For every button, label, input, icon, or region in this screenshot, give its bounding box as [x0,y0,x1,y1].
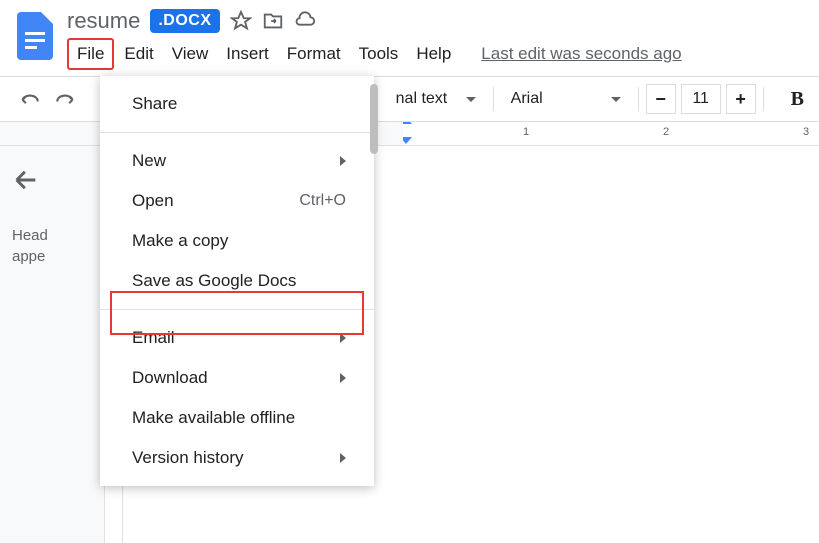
menu-download[interactable]: Download [100,358,374,398]
menu-share[interactable]: Share [100,84,374,124]
font-size-decrease-button[interactable]: − [646,84,676,114]
menu-make-available-offline[interactable]: Make available offline [100,398,374,438]
menu-insert[interactable]: Insert [218,40,277,68]
menu-file[interactable]: File [67,38,114,70]
style-dropdown[interactable]: nal text [396,83,486,115]
style-label: nal text [396,90,448,108]
cloud-status-icon[interactable] [294,10,316,32]
ruler-tick: 2 [663,126,669,138]
menu-scrollbar[interactable] [370,84,378,154]
menu-format[interactable]: Format [279,40,349,68]
submenu-arrow-icon [340,453,346,463]
star-icon[interactable] [230,10,252,32]
move-folder-icon[interactable] [262,10,284,32]
menu-edit[interactable]: Edit [116,40,161,68]
outline-sidebar: Head appe [0,146,105,543]
ruler-tick: 1 [523,126,529,138]
undo-button[interactable] [15,84,45,114]
back-arrow-icon[interactable] [12,166,40,194]
menu-make-copy[interactable]: Make a copy [100,221,374,261]
menu-email[interactable]: Email [100,318,374,358]
menu-open[interactable]: Open Ctrl+O [100,181,374,221]
docx-badge: .DOCX [150,9,219,33]
ruler-tick: 3 [803,126,809,138]
submenu-arrow-icon [340,156,346,166]
font-dropdown[interactable]: Arial [501,83,631,115]
document-title[interactable]: resume [67,8,140,34]
font-size-increase-button[interactable]: + [726,84,756,114]
submenu-arrow-icon [340,373,346,383]
menu-help[interactable]: Help [408,40,459,68]
redo-button[interactable] [50,84,80,114]
menu-tools[interactable]: Tools [351,40,407,68]
chevron-down-icon [611,97,621,102]
menu-version-history[interactable]: Version history [100,438,374,478]
outline-text-line: appe [12,246,92,267]
bold-button[interactable]: B [791,88,804,111]
submenu-arrow-icon [340,333,346,343]
menu-save-as-google-docs[interactable]: Save as Google Docs [100,261,374,301]
font-label: Arial [511,90,543,108]
shortcut-label: Ctrl+O [299,192,346,210]
outline-text-line: Head [12,225,92,246]
font-size-input[interactable]: 11 [681,84,721,114]
last-edit-link[interactable]: Last edit was seconds ago [481,44,681,64]
menu-new[interactable]: New [100,141,374,181]
menu-view[interactable]: View [164,40,217,68]
chevron-down-icon [466,97,476,102]
docs-logo-icon[interactable] [12,6,57,66]
indent-marker-icon[interactable] [403,137,412,144]
horizontal-ruler[interactable]: 1 2 3 [403,122,819,145]
file-menu-dropdown: Share New Open Ctrl+O Make a copy Save a… [100,76,374,486]
